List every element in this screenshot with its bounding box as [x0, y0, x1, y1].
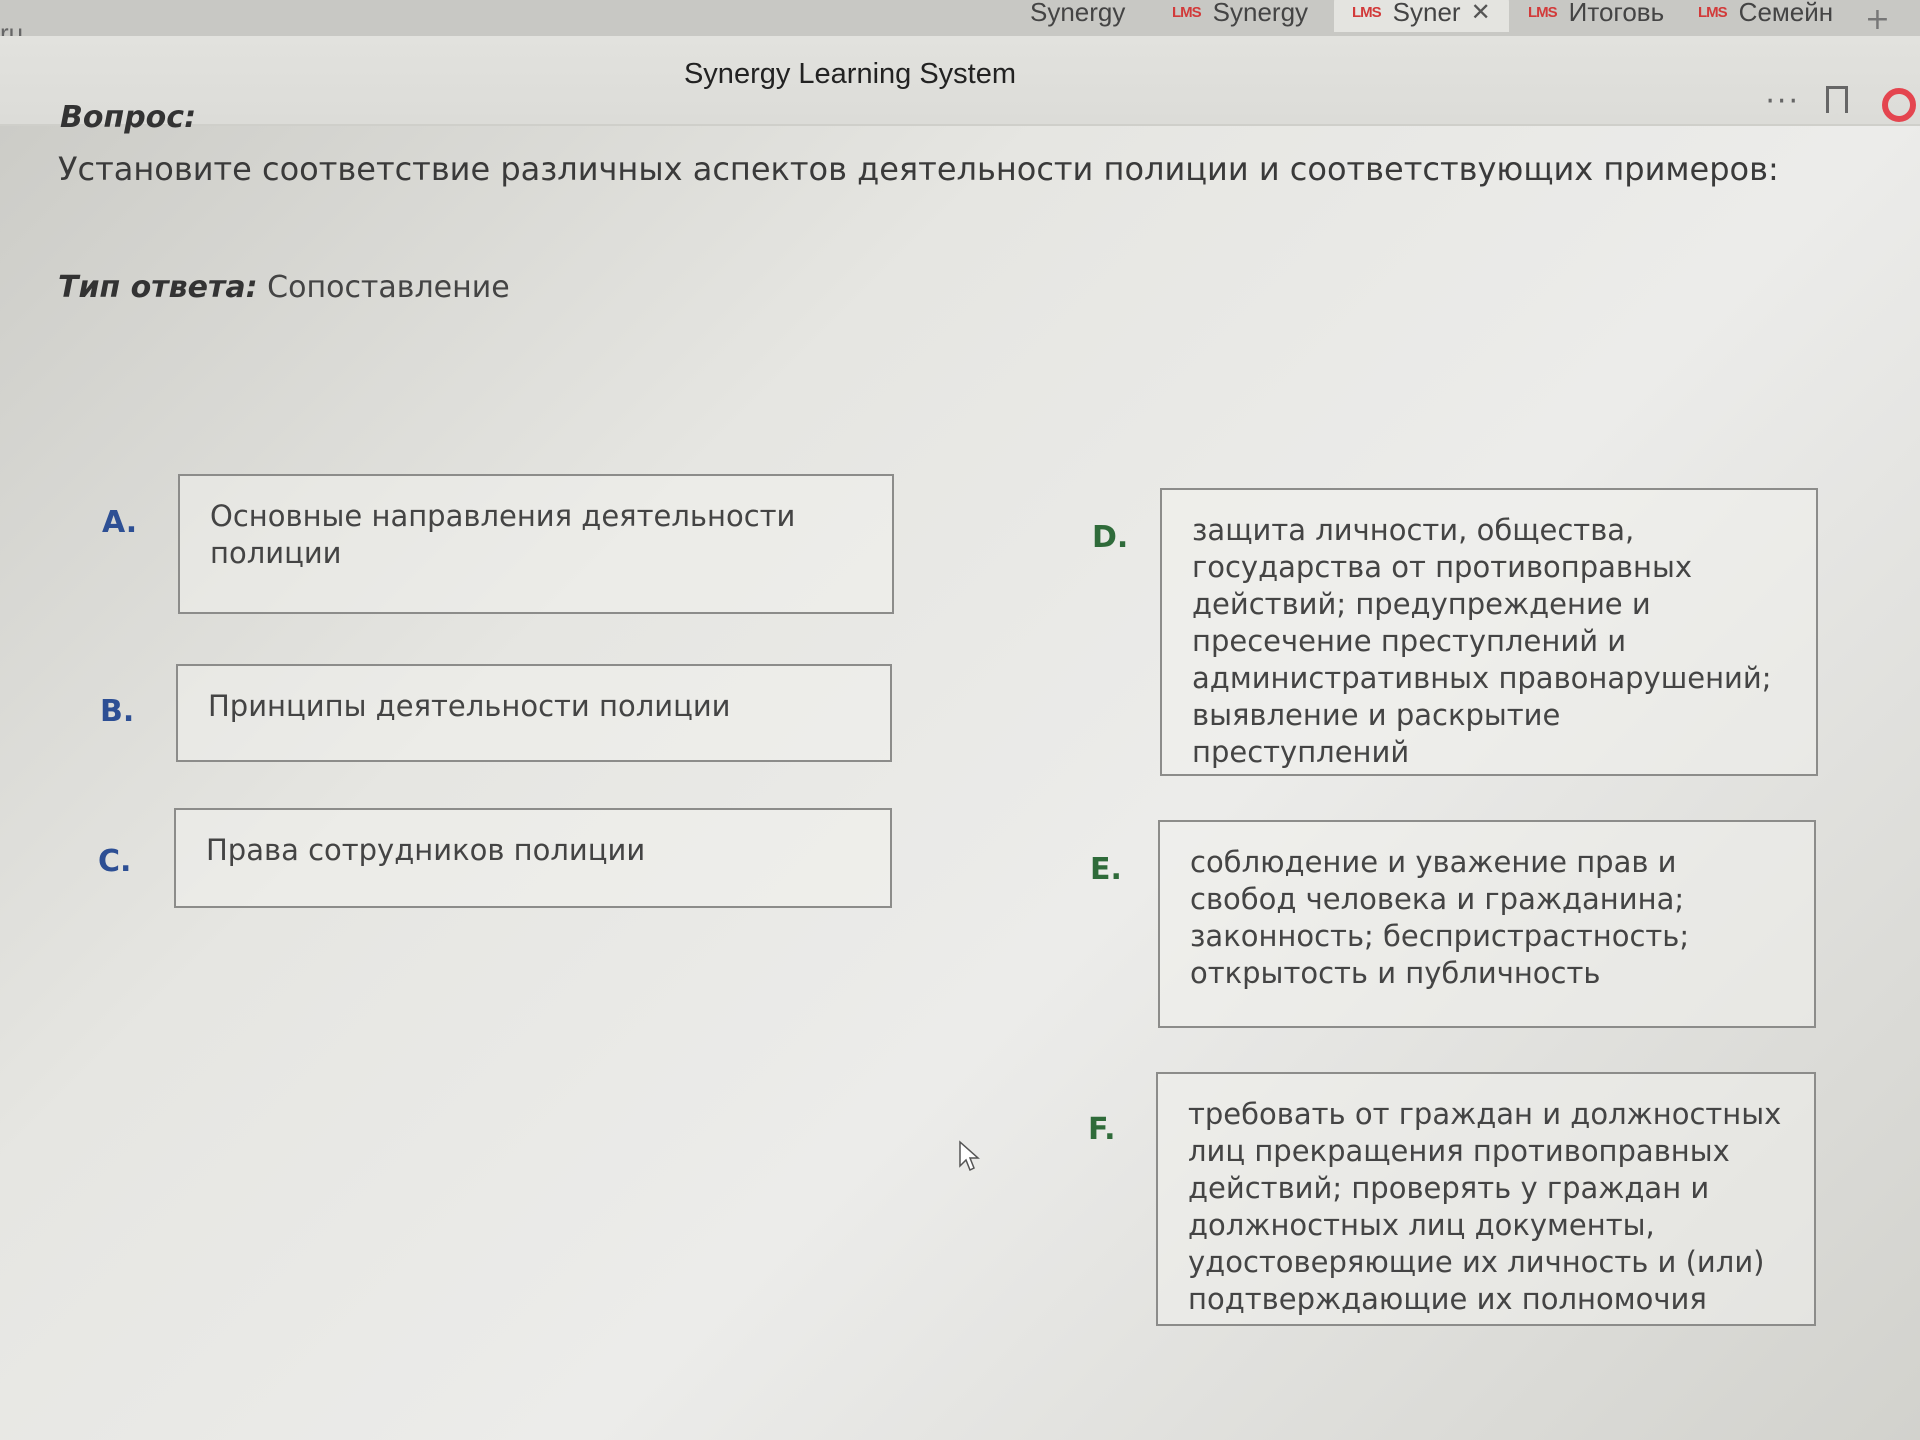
tab-label: Семейн: [1738, 0, 1834, 27]
letter-e: E.: [1090, 852, 1122, 887]
match-item-text: Принципы деятельности полиции: [208, 689, 731, 723]
tab-label: Итоговь: [1568, 0, 1665, 27]
match-item-text: защита личности, общества, государства о…: [1192, 513, 1772, 769]
letter-d: D.: [1092, 520, 1129, 555]
match-item-b[interactable]: Принципы деятельности полиции: [176, 664, 892, 762]
answer-type-value: Сопоставление: [267, 270, 510, 305]
match-item-text: Основные направления деятельности полици…: [210, 499, 796, 570]
tab-semeyn[interactable]: LMS Семейн: [1698, 0, 1833, 32]
tab-synergy-2[interactable]: LMS Synergy: [1172, 0, 1308, 32]
match-item-c[interactable]: Права сотрудников полиции: [174, 808, 892, 908]
url-fragment: ru: [0, 18, 24, 36]
match-item-text: соблюдение и уважение прав и свобод чело…: [1190, 845, 1690, 990]
match-item-e[interactable]: соблюдение и уважение прав и свобод чело…: [1158, 820, 1816, 1028]
tab-label: Syner: [1392, 0, 1461, 27]
tab-label: Synergy: [1212, 0, 1309, 27]
new-tab-icon[interactable]: +: [1865, 2, 1890, 36]
question-text: Установите соответствие различных аспект…: [58, 150, 1779, 188]
title-bar: Synergy Learning System ···: [0, 36, 1920, 126]
letter-b: B.: [100, 694, 135, 729]
question-label: Вопрос:: [60, 100, 197, 135]
page-title: Synergy Learning System: [683, 58, 1017, 90]
match-item-f[interactable]: требовать от граждан и должностных лиц п…: [1156, 1072, 1816, 1326]
tab-synergy-active[interactable]: LMS Syner ✕: [1334, 0, 1509, 32]
letter-a: A.: [102, 505, 138, 540]
tab-synergy-1[interactable]: Synergy: [1030, 0, 1125, 32]
answer-type: Тип ответа: Сопоставление: [58, 270, 510, 305]
letter-c: C.: [98, 844, 132, 879]
match-item-text: требовать от граждан и должностных лиц п…: [1188, 1097, 1782, 1316]
lms-icon: LMS: [1172, 3, 1202, 21]
lms-icon: LMS: [1698, 3, 1728, 21]
answer-type-label: Тип ответа:: [58, 270, 258, 305]
match-item-text: Права сотрудников полиции: [206, 833, 646, 867]
record-icon[interactable]: [1882, 88, 1916, 122]
letter-f: F.: [1088, 1112, 1116, 1147]
tab-itogovy[interactable]: LMS Итоговь: [1528, 0, 1664, 32]
lms-icon: LMS: [1352, 3, 1382, 21]
match-item-d[interactable]: защита личности, общества, государства о…: [1160, 488, 1818, 776]
mouse-cursor-icon: [959, 1140, 980, 1172]
tab-label: Synergy: [1030, 0, 1126, 27]
close-icon[interactable]: ✕: [1471, 0, 1491, 27]
lms-icon: LMS: [1528, 3, 1558, 21]
more-menu-icon[interactable]: ···: [1765, 84, 1800, 119]
tab-bar: ru Synergy LMS Synergy LMS Syner ✕ LMS И…: [0, 0, 1920, 36]
bookmark-icon[interactable]: [1826, 86, 1848, 121]
match-item-a[interactable]: Основные направления деятельности полици…: [178, 474, 894, 614]
